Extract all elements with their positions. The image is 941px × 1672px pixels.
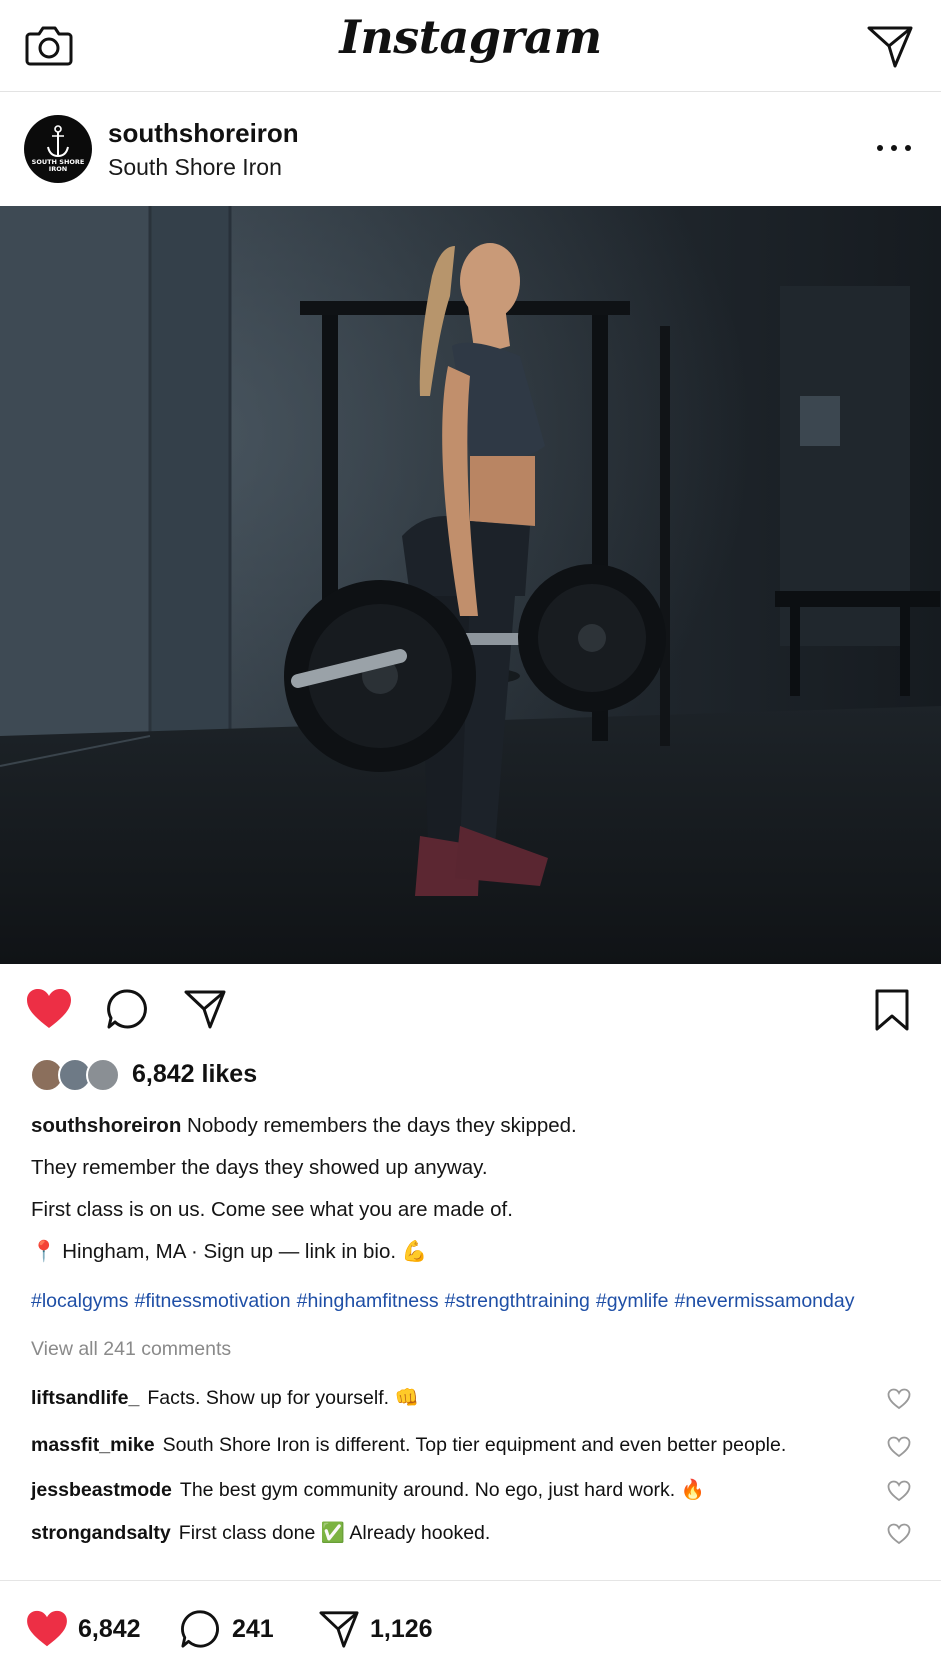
shares-stat[interactable]: 1,126: [318, 1607, 448, 1651]
heart-icon[interactable]: [887, 1388, 911, 1410]
heart-icon[interactable]: [26, 988, 72, 1030]
comment-item: liftsandlife_ Facts. Show up for yourself…: [31, 1386, 911, 1416]
post-image[interactable]: [0, 206, 941, 964]
comment-text: South Shore Iron is different. Top tier …: [162, 1434, 787, 1456]
app-logo: Instagram: [339, 10, 602, 64]
likes-stat[interactable]: 6,842: [26, 1607, 156, 1651]
hashtag[interactable]: #hinghamfitness: [297, 1290, 439, 1312]
comment-username[interactable]: jessbeastmode: [31, 1479, 172, 1501]
comment-text: Facts. Show up for yourself. 👊: [147, 1387, 419, 1409]
hashtag[interactable]: #strengthtraining: [445, 1290, 590, 1312]
hashtag[interactable]: #gymlife: [596, 1290, 669, 1312]
caption-line-1: southshoreiron Nobody remembers the days…: [31, 1114, 921, 1138]
comment-username[interactable]: liftsandlife_: [31, 1387, 139, 1409]
comment-item: jessbeastmode The best gym community arou…: [31, 1478, 911, 1508]
heart-icon[interactable]: [887, 1436, 911, 1458]
share-icon[interactable]: [183, 988, 227, 1030]
caption-line-3: First class is on us. Come see what you …: [31, 1198, 513, 1221]
engagement-stats: 6,842 241 1,126: [0, 1581, 941, 1672]
hashtag[interactable]: #localgyms: [31, 1290, 129, 1312]
bookmark-icon[interactable]: [874, 988, 910, 1032]
caption-username[interactable]: southshoreiron: [31, 1114, 181, 1137]
comment-icon[interactable]: [106, 988, 148, 1030]
share-icon: [319, 1611, 359, 1648]
hashtag[interactable]: #fitnessmotivation: [135, 1290, 291, 1312]
action-bar: [0, 964, 941, 1060]
avatar[interactable]: SOUTH SHORE IRON: [24, 115, 92, 183]
direct-send-icon[interactable]: [865, 22, 915, 70]
post-photo-illustration: [0, 206, 941, 964]
caption-text: Nobody remembers the days they skipped.: [187, 1114, 577, 1137]
comments-stat-value: 241: [232, 1615, 274, 1643]
heart-icon: [27, 1610, 67, 1647]
avatar-text: SOUTH SHORE IRON: [31, 158, 85, 173]
comment-icon: [181, 1610, 219, 1648]
avatar: [86, 1058, 120, 1092]
heart-icon[interactable]: [887, 1523, 911, 1545]
top-bar: Instagram: [0, 0, 941, 92]
post-full-name: South Shore Iron: [108, 154, 282, 180]
post-header: SOUTH SHORE IRON southshoreiron South Sh…: [0, 92, 941, 206]
caption-line-2: They remember the days they showed up an…: [31, 1156, 488, 1179]
likes-count[interactable]: 6,842 likes: [132, 1060, 257, 1089]
comment-username[interactable]: massfit_mike: [31, 1434, 155, 1456]
comment-text: The best gym community around. No ego, j…: [179, 1479, 705, 1501]
comment-item: massfit_mike South Shore Iron is differen…: [31, 1434, 911, 1464]
hashtags: #localgyms #fitnessmotivation #hinghamfitn…: [31, 1290, 860, 1313]
heart-icon[interactable]: [887, 1480, 911, 1502]
more-icon[interactable]: [877, 142, 913, 154]
shares-stat-value: 1,126: [370, 1615, 433, 1643]
comments-stat[interactable]: 241: [180, 1607, 290, 1651]
caption-line-4: 📍 Hingham, MA · Sign up — link in bio. 💪: [31, 1240, 428, 1263]
liker-avatars[interactable]: [30, 1058, 122, 1094]
hashtag[interactable]: #nevermissamonday: [675, 1290, 855, 1312]
view-all-comments-link[interactable]: View all 241 comments: [31, 1338, 231, 1361]
comment-username[interactable]: strongandsalty: [31, 1522, 171, 1544]
likes-stat-value: 6,842: [78, 1615, 141, 1643]
post-username[interactable]: southshoreiron: [108, 118, 299, 149]
comment-item: strongandsalty First class done ✅ Already…: [31, 1521, 911, 1551]
comment-text: First class done ✅ Already hooked.: [178, 1522, 491, 1544]
